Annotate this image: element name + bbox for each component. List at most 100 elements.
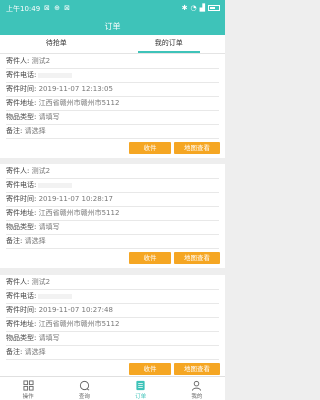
note-value: 请选择	[24, 127, 46, 135]
time-row: 寄件时间: 2019-11-07 12:13:05	[6, 85, 113, 94]
divider	[6, 96, 219, 97]
type-row: 物品类型: 请填写	[6, 223, 60, 232]
divider	[6, 68, 219, 69]
sender-label: 寄件人:	[6, 278, 30, 286]
divider	[6, 317, 219, 318]
status-bar: 上午10:49 ⊠ ⊕ ⊠ ✱ ◔ ▟	[0, 0, 225, 18]
type-label: 物品类型:	[6, 223, 37, 231]
receive-button[interactable]: 收件	[129, 363, 171, 375]
note-label: 备注:	[6, 348, 23, 356]
nav-query[interactable]: 查询	[56, 377, 112, 400]
note-row: 备注: 请选择	[6, 237, 46, 246]
divider	[6, 178, 219, 179]
address-row: 寄件地址: 江西省赣州市赣州市5112	[6, 99, 119, 108]
type-value: 请填写	[38, 113, 60, 121]
type-value: 请填写	[38, 223, 60, 231]
divider	[6, 331, 219, 332]
address-value: 江西省赣州市赣州市5112	[38, 209, 120, 217]
type-row: 物品类型: 请填写	[6, 113, 60, 122]
phone-label: 寄件电话:	[6, 71, 37, 79]
order-card: 寄件人: 测试2 寄件电话: 寄件时间: 2019-11-07 12:13:05…	[0, 54, 225, 158]
nav-label: 我的	[191, 394, 203, 400]
time-label: 寄件时间:	[6, 195, 37, 203]
time-row: 寄件时间: 2019-11-07 10:27:48	[6, 306, 113, 315]
time-value: 2019-11-07 12:13:05	[38, 85, 113, 93]
divider	[6, 248, 219, 249]
receive-button[interactable]: 收件	[129, 252, 171, 264]
address-row: 寄件地址: 江西省赣州市赣州市5112	[6, 320, 119, 329]
note-value: 请选择	[24, 237, 46, 245]
person-icon	[192, 380, 202, 391]
sender-label: 寄件人:	[6, 167, 30, 175]
divider	[6, 82, 219, 83]
bluetooth-icon: ✱	[181, 4, 188, 12]
divider	[6, 124, 219, 125]
nav-me[interactable]: 我的	[169, 377, 225, 400]
divider	[6, 206, 219, 207]
divider	[6, 345, 219, 346]
phone-value-masked	[38, 72, 73, 78]
map-view-button[interactable]: 地图查看	[174, 363, 220, 375]
order-card: 寄件人: 测试2 寄件电话: 寄件时间: 2019-11-07 10:27:48…	[0, 275, 225, 376]
notification-icons: ⊠ ⊕ ⊠	[44, 4, 72, 12]
wifi-icon: ◔	[190, 4, 197, 12]
chat-icon	[79, 380, 90, 391]
page-title: 订单	[0, 18, 225, 35]
order-card: 寄件人: 测试2 寄件电话: 寄件时间: 2019-11-07 10:28:17…	[0, 164, 225, 268]
nav-operate[interactable]: 操作	[0, 377, 56, 400]
nav-label: 订单	[135, 394, 147, 400]
address-label: 寄件地址:	[6, 209, 37, 217]
sender-row: 寄件人: 测试2	[6, 167, 50, 176]
type-value: 请填写	[38, 334, 60, 342]
divider	[6, 359, 219, 360]
divider	[6, 220, 219, 221]
time-row: 寄件时间: 2019-11-07 10:28:17	[6, 195, 113, 204]
nav-label: 操作	[22, 394, 34, 400]
divider	[6, 234, 219, 235]
address-row: 寄件地址: 江西省赣州市赣州市5112	[6, 209, 119, 218]
time-label: 寄件时间:	[6, 306, 37, 314]
sender-value: 测试2	[31, 57, 51, 65]
tab-my-orders[interactable]: 我的订单	[113, 35, 226, 53]
address-label: 寄件地址:	[6, 99, 37, 107]
phone-label: 寄件电话:	[6, 292, 37, 300]
note-label: 备注:	[6, 127, 23, 135]
phone-row: 寄件电话:	[6, 292, 73, 301]
divider	[6, 303, 219, 304]
address-value: 江西省赣州市赣州市5112	[38, 99, 120, 107]
signal-icon: ▟	[199, 4, 205, 12]
sender-row: 寄件人: 测试2	[6, 278, 50, 287]
sender-value: 测试2	[31, 278, 51, 286]
type-label: 物品类型:	[6, 113, 37, 121]
note-label: 备注:	[6, 237, 23, 245]
map-view-button[interactable]: 地图查看	[174, 142, 220, 154]
time-label: 寄件时间:	[6, 85, 37, 93]
map-view-button[interactable]: 地图查看	[174, 252, 220, 264]
order-tabs: 待抢单 我的订单	[0, 35, 225, 54]
nav-orders[interactable]: 订单	[113, 377, 169, 400]
battery-icon	[208, 5, 220, 11]
tab-pending[interactable]: 待抢单	[0, 35, 113, 53]
type-row: 物品类型: 请填写	[6, 334, 60, 343]
address-label: 寄件地址:	[6, 320, 37, 328]
note-row: 备注: 请选择	[6, 127, 46, 136]
system-icons: ✱ ◔ ▟	[182, 4, 220, 12]
phone-value-masked	[38, 182, 73, 188]
status-time: 上午10:49	[6, 5, 41, 13]
phone-label: 寄件电话:	[6, 181, 37, 189]
order-list[interactable]: 寄件人: 测试2 寄件电话: 寄件时间: 2019-11-07 12:13:05…	[0, 54, 225, 376]
nav-label: 查询	[78, 394, 90, 400]
note-value: 请选择	[24, 348, 46, 356]
grid-icon	[23, 380, 34, 391]
phone-value-masked	[38, 293, 73, 299]
sender-row: 寄件人: 测试2	[6, 57, 50, 66]
note-row: 备注: 请选择	[6, 348, 46, 357]
address-value: 江西省赣州市赣州市5112	[38, 320, 120, 328]
sender-value: 测试2	[31, 167, 51, 175]
bottom-nav: 操作 查询 订单 我的	[0, 376, 225, 400]
type-label: 物品类型:	[6, 334, 37, 342]
sender-label: 寄件人:	[6, 57, 30, 65]
phone-row: 寄件电话:	[6, 71, 73, 80]
receive-button[interactable]: 收件	[129, 142, 171, 154]
list-icon	[136, 380, 145, 391]
